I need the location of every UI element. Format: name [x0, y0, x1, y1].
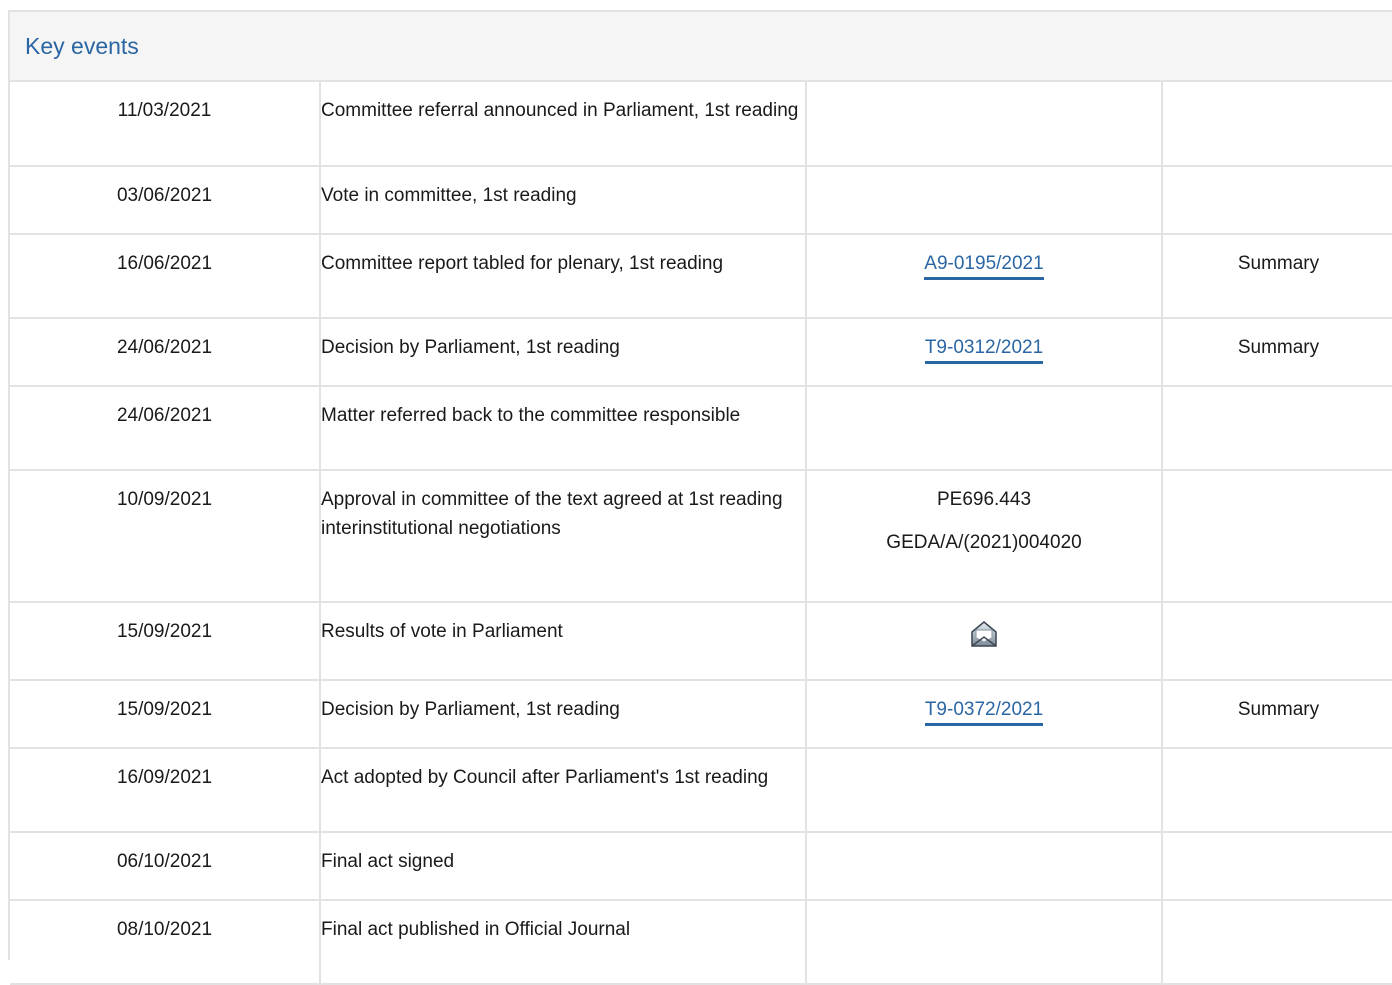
event-description: Final act published in Official Journal	[320, 900, 807, 985]
table-row: 06/10/2021 Final act signed	[10, 832, 1392, 901]
vote-results-icon[interactable]	[967, 617, 1001, 651]
event-document: T9-0372/2021	[806, 680, 1163, 749]
event-description: Committee referral announced in Parliame…	[320, 82, 807, 167]
table-row: 15/09/2021 Decision by Parliament, 1st r…	[10, 680, 1392, 749]
event-document: T9-0312/2021	[806, 318, 1163, 387]
event-document	[806, 386, 1163, 471]
event-document	[806, 602, 1163, 681]
event-description: Act adopted by Council after Parliament'…	[320, 748, 807, 833]
event-date: 16/06/2021	[10, 234, 321, 319]
summary-link[interactable]: Summary	[1238, 699, 1319, 720]
event-summary	[1162, 602, 1392, 681]
key-events-table: 11/03/2021 Committee referral announced …	[10, 82, 1392, 985]
event-date: 24/06/2021	[10, 386, 321, 471]
table-row: 11/03/2021 Committee referral announced …	[10, 82, 1392, 167]
event-date: 24/06/2021	[10, 318, 321, 387]
panel-title: Key events	[25, 32, 139, 59]
event-document	[806, 166, 1163, 235]
event-document	[806, 748, 1163, 833]
event-date: 08/10/2021	[10, 900, 321, 985]
event-document	[806, 82, 1163, 167]
document-reference: PE696.443	[936, 489, 1032, 510]
document-reference: GEDA/A/(2021)004020	[886, 532, 1082, 553]
event-date: 06/10/2021	[10, 832, 321, 901]
event-document	[806, 900, 1163, 985]
summary-link[interactable]: Summary	[1238, 337, 1319, 358]
event-document	[806, 832, 1163, 901]
event-summary	[1162, 386, 1392, 471]
event-date: 10/09/2021	[10, 470, 321, 603]
event-date: 03/06/2021	[10, 166, 321, 235]
document-link[interactable]: A9-0195/2021	[924, 251, 1044, 280]
event-date: 16/09/2021	[10, 748, 321, 833]
event-summary	[1162, 82, 1392, 167]
table-row: 03/06/2021 Vote in committee, 1st readin…	[10, 166, 1392, 235]
event-summary	[1162, 900, 1392, 985]
event-summary	[1162, 748, 1392, 833]
event-description: Decision by Parliament, 1st reading	[320, 318, 807, 387]
key-events-panel: Key events 11/03/2021 Committee referral…	[8, 10, 1392, 985]
summary-link[interactable]: Summary	[1238, 253, 1319, 274]
event-description: Final act signed	[320, 832, 807, 901]
event-description: Approval in committee of the text agreed…	[320, 470, 807, 603]
event-description: Results of vote in Parliament	[320, 602, 807, 681]
event-summary	[1162, 832, 1392, 901]
event-summary[interactable]: Summary	[1162, 234, 1392, 319]
event-description: Decision by Parliament, 1st reading	[320, 680, 807, 749]
event-summary	[1162, 470, 1392, 603]
panel-header: Key events	[10, 12, 1392, 82]
event-summary	[1162, 166, 1392, 235]
table-row: 16/09/2021 Act adopted by Council after …	[10, 748, 1392, 833]
event-summary[interactable]: Summary	[1162, 318, 1392, 387]
table-row: 08/10/2021 Final act published in Offici…	[10, 900, 1392, 985]
event-document: PE696.443 GEDA/A/(2021)004020	[806, 470, 1163, 603]
event-date: 15/09/2021	[10, 680, 321, 749]
event-description: Matter referred back to the committee re…	[320, 386, 807, 471]
event-date: 11/03/2021	[10, 82, 321, 167]
table-row: 16/06/2021 Committee report tabled for p…	[10, 234, 1392, 319]
table-row: 10/09/2021 Approval in committee of the …	[10, 470, 1392, 603]
event-description: Committee report tabled for plenary, 1st…	[320, 234, 807, 319]
event-summary[interactable]: Summary	[1162, 680, 1392, 749]
document-link[interactable]: T9-0372/2021	[924, 697, 1044, 726]
table-row: 15/09/2021 Results of vote in Parliament	[10, 602, 1392, 681]
table-row: 24/06/2021 Decision by Parliament, 1st r…	[10, 318, 1392, 387]
event-description: Vote in committee, 1st reading	[320, 166, 807, 235]
event-document: A9-0195/2021	[806, 234, 1163, 319]
table-row: 24/06/2021 Matter referred back to the c…	[10, 386, 1392, 471]
document-link[interactable]: T9-0312/2021	[924, 335, 1044, 364]
event-date: 15/09/2021	[10, 602, 321, 681]
